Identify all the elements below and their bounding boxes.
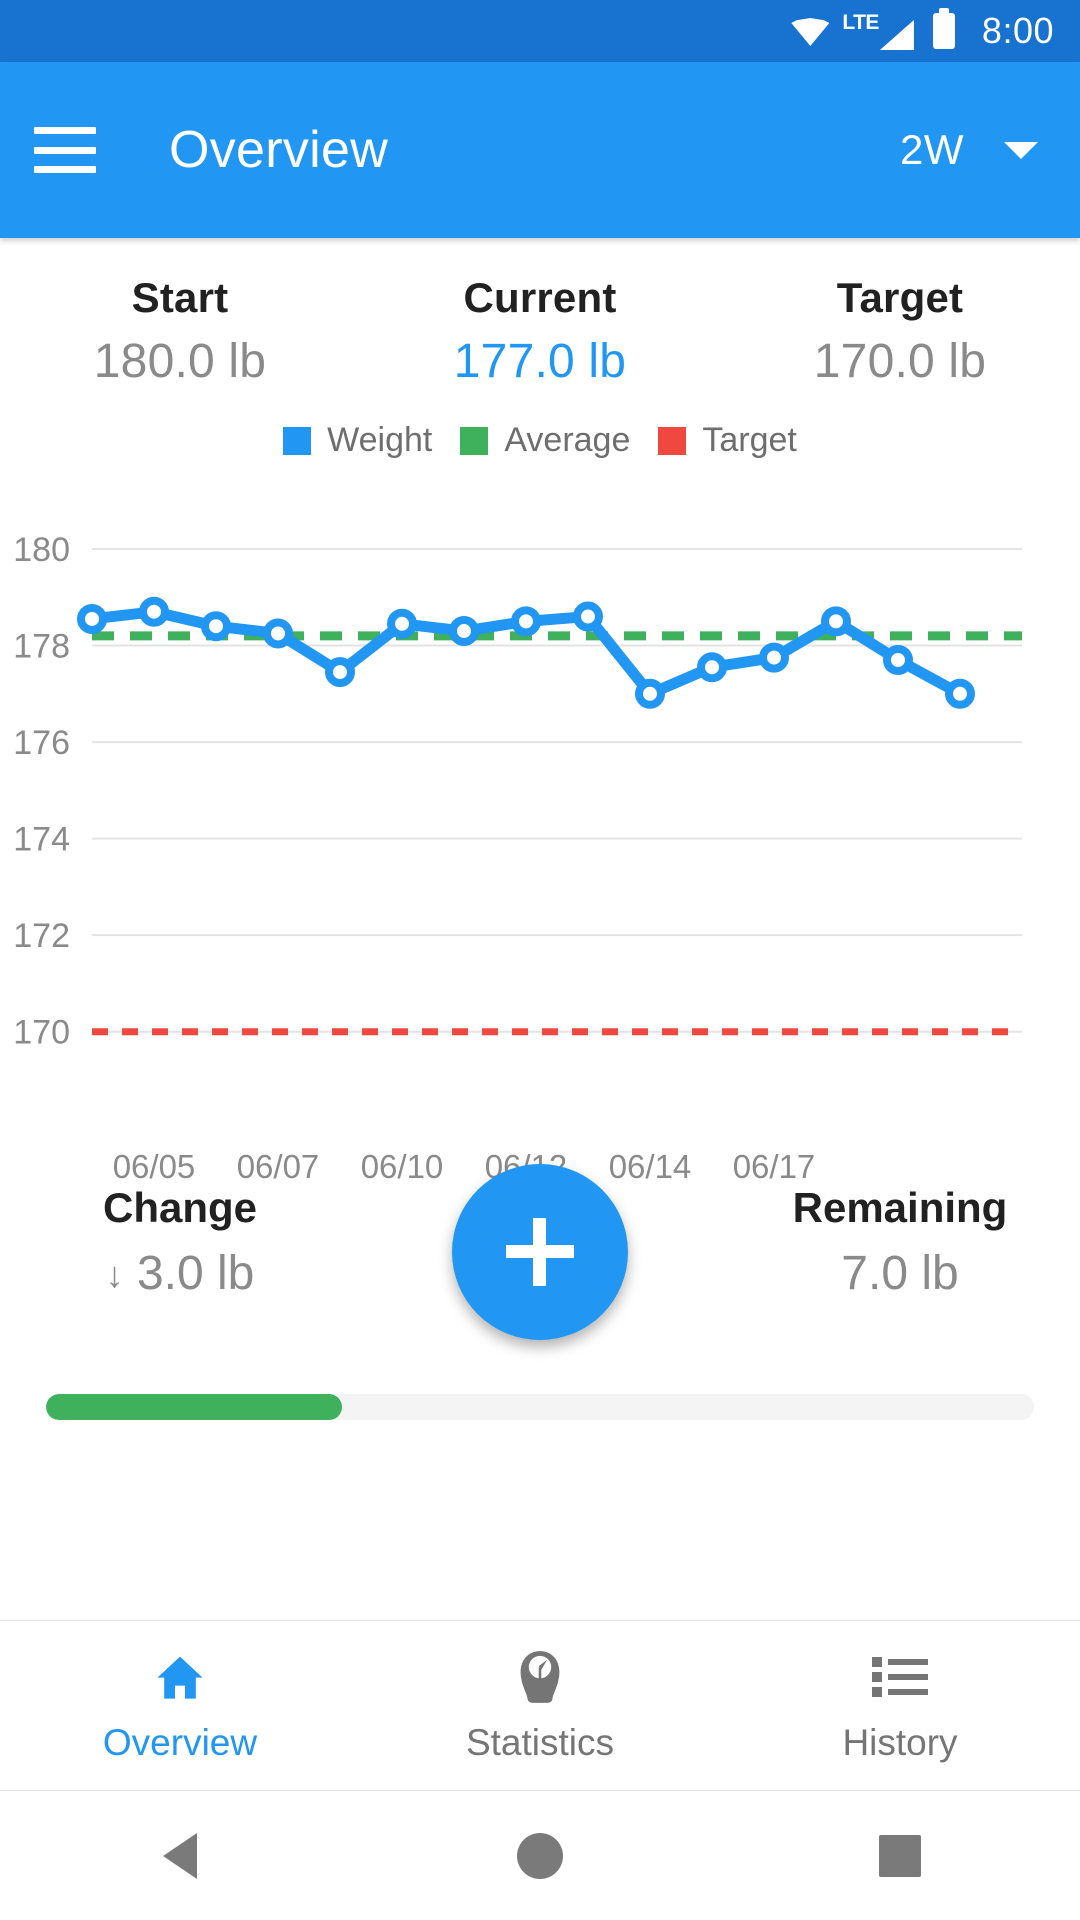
svg-text:170: 170 [13, 1014, 70, 1052]
change-label: Change [0, 1184, 360, 1232]
chevron-down-icon [1004, 142, 1038, 159]
weight-chart-svg: 180 178 176 174 172 170 [0, 502, 1080, 1142]
hamburger-menu-icon[interactable] [34, 127, 96, 173]
target-label: Target [720, 274, 1080, 322]
goal-progress-bar [46, 1394, 1034, 1420]
bottom-navigation: Overview Statistics [0, 1620, 1080, 1790]
nav-label-statistics: Statistics [466, 1722, 614, 1764]
fab-container [360, 1160, 720, 1340]
legend-item-target: Target [658, 421, 797, 460]
range-selector-value: 2W [900, 126, 964, 174]
svg-text:180: 180 [13, 531, 70, 569]
svg-text:172: 172 [13, 917, 70, 955]
scale-icon [514, 1648, 566, 1706]
goal-progress-fill [46, 1394, 342, 1420]
back-button[interactable] [0, 1791, 360, 1920]
app-root: LTE 8:00 Overview 2W Start 180.0 lb Curr… [0, 0, 1080, 1920]
change-down-arrow-icon: ↓ [106, 1254, 124, 1295]
nav-label-history: History [842, 1722, 957, 1764]
plus-icon [506, 1218, 574, 1286]
circle-home-icon [517, 1833, 563, 1879]
legend-item-average: Average [460, 421, 630, 460]
status-bar-icons: LTE 8:00 [791, 10, 1054, 52]
lte-signal-group: LTE [842, 12, 914, 50]
svg-text:176: 176 [13, 724, 70, 762]
list-icon [872, 1648, 928, 1706]
start-label: Start [0, 274, 360, 322]
start-value: 180.0 lb [0, 334, 360, 389]
android-system-nav [0, 1790, 1080, 1920]
square-recents-icon [879, 1835, 921, 1877]
cellular-signal-icon [880, 20, 914, 50]
svg-text:174: 174 [13, 821, 70, 859]
wifi-icon [791, 16, 829, 46]
change-number: 3.0 lb [137, 1247, 254, 1300]
add-entry-fab[interactable] [452, 1164, 628, 1340]
nav-item-history[interactable]: History [720, 1621, 1080, 1790]
summary-stats-row: Start 180.0 lb Current 177.0 lb Target 1… [0, 238, 1080, 397]
change-value: ↓ 3.0 lb [0, 1246, 360, 1301]
legend-label-weight: Weight [327, 421, 432, 460]
main-content: Start 180.0 lb Current 177.0 lb Target 1… [0, 238, 1080, 1620]
home-icon [151, 1648, 209, 1706]
summary-stat-start: Start 180.0 lb [0, 274, 360, 389]
range-selector[interactable]: 2W [900, 126, 1046, 174]
legend-label-average: Average [504, 421, 630, 460]
status-bar-clock: 8:00 [982, 10, 1054, 52]
legend-item-weight: Weight [283, 421, 432, 460]
current-value: 177.0 lb [360, 334, 720, 389]
weight-chart: 180178176174172170 06/0506/0706/1006/120… [0, 502, 1080, 1142]
remaining-value: 7.0 lb [720, 1246, 1080, 1301]
triangle-back-icon [163, 1833, 197, 1879]
battery-icon [933, 13, 955, 49]
nav-item-overview[interactable]: Overview [0, 1621, 360, 1790]
legend-label-target: Target [702, 421, 797, 460]
summary-stat-target: Target 170.0 lb [720, 274, 1080, 389]
app-bar: Overview 2W [0, 62, 1080, 238]
nav-label-overview: Overview [103, 1722, 257, 1764]
legend-swatch-target [658, 427, 686, 455]
summary-stat-current: Current 177.0 lb [360, 274, 720, 389]
svg-text:178: 178 [13, 628, 70, 666]
legend-swatch-average [460, 427, 488, 455]
chart-legend: Weight Average Target [0, 421, 1080, 460]
remaining-label: Remaining [720, 1184, 1080, 1232]
footer-stat-remaining: Remaining 7.0 lb [720, 1160, 1080, 1301]
recents-button[interactable] [720, 1791, 1080, 1920]
lte-icon: LTE [842, 12, 879, 33]
home-button[interactable] [360, 1791, 720, 1920]
current-label: Current [360, 274, 720, 322]
footer-stat-change: Change ↓ 3.0 lb [0, 1160, 360, 1301]
target-value: 170.0 lb [720, 334, 1080, 389]
footer-stats-row: Change ↓ 3.0 lb Remaining 7.0 lb [0, 1160, 1080, 1380]
status-bar: LTE 8:00 [0, 0, 1080, 62]
page-title: Overview [169, 120, 388, 180]
legend-swatch-weight [283, 427, 311, 455]
nav-item-statistics[interactable]: Statistics [360, 1621, 720, 1790]
